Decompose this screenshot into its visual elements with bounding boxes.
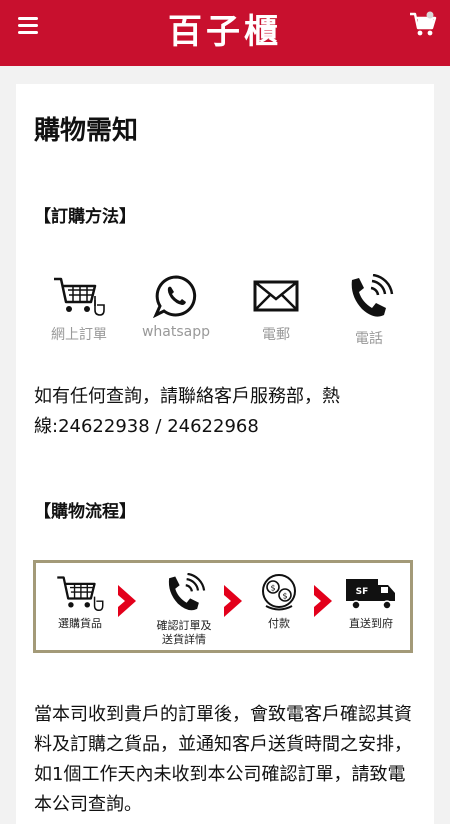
mail-icon: [253, 280, 299, 312]
method-phone[interactable]: 電話: [324, 274, 414, 348]
shopping-flow-banner: 選購貨品 確認訂單及 送貨詳情 $ $ 付款 SF 直送到府: [33, 560, 413, 653]
flow-heading: 【購物流程】: [34, 502, 136, 522]
method-whatsapp[interactable]: whatsapp: [131, 274, 221, 340]
shopping-cart-icon[interactable]: [408, 10, 438, 38]
order-methods: 網上訂單 whatsapp 電郵 電話: [16, 274, 434, 354]
flow-step-label: 選購貨品: [58, 617, 102, 630]
flow-step-label: 確認訂單及 送貨詳情: [156, 619, 212, 646]
method-label: whatsapp: [141, 324, 211, 340]
method-label: 網上訂單: [51, 327, 107, 343]
chevron-right-icon: [118, 585, 136, 617]
order-process-text: 當本司收到貴戶的訂單後，會致電客戶確認其資料及訂購之貨品，並通知客戶送貨時間之安…: [34, 704, 412, 815]
cart-icon: [54, 277, 105, 316]
svg-text:$: $: [270, 584, 275, 593]
method-email[interactable]: 電郵: [231, 274, 321, 344]
svg-text:SF: SF: [356, 587, 369, 597]
order-methods-heading: 【訂購方法】: [34, 207, 136, 227]
cart-icon: [57, 576, 104, 612]
site-logo[interactable]: 百子櫃: [0, 4, 450, 53]
method-label: 電郵: [262, 327, 290, 343]
whatsapp-icon: [153, 275, 197, 318]
flow-step-confirm: 確認訂單及 送貨詳情: [144, 572, 224, 647]
chevron-right-icon: [224, 585, 242, 617]
top-header: 百子櫃: [0, 0, 450, 66]
chevron-right-icon: [314, 585, 332, 617]
flow-step-label: 付款: [268, 617, 290, 630]
flow-step-payment: $ $ 付款: [254, 573, 304, 631]
method-label: 電話: [355, 331, 383, 347]
flow-step-delivery: SF 直送到府: [340, 573, 402, 631]
delivery-truck-icon: SF: [346, 579, 395, 610]
method-online-order[interactable]: 網上訂單: [34, 274, 124, 344]
page-title: 購物需知: [34, 116, 139, 146]
svg-text:$: $: [282, 592, 287, 601]
content-card: 購物需知 【訂購方法】 網上訂單 whatsapp 電郵 電話 如有任何查詢，請…: [16, 84, 434, 824]
contact-text: 如有任何查詢，請聯絡客戶服務部，熱線:24622938 / 24622968: [34, 386, 340, 437]
phone-icon: [351, 274, 394, 317]
payment-icon: $ $: [262, 574, 296, 611]
flow-step-select: 選購貨品: [50, 573, 110, 631]
flow-step-label: 直送到府: [349, 617, 393, 630]
phone-icon: [168, 572, 206, 611]
